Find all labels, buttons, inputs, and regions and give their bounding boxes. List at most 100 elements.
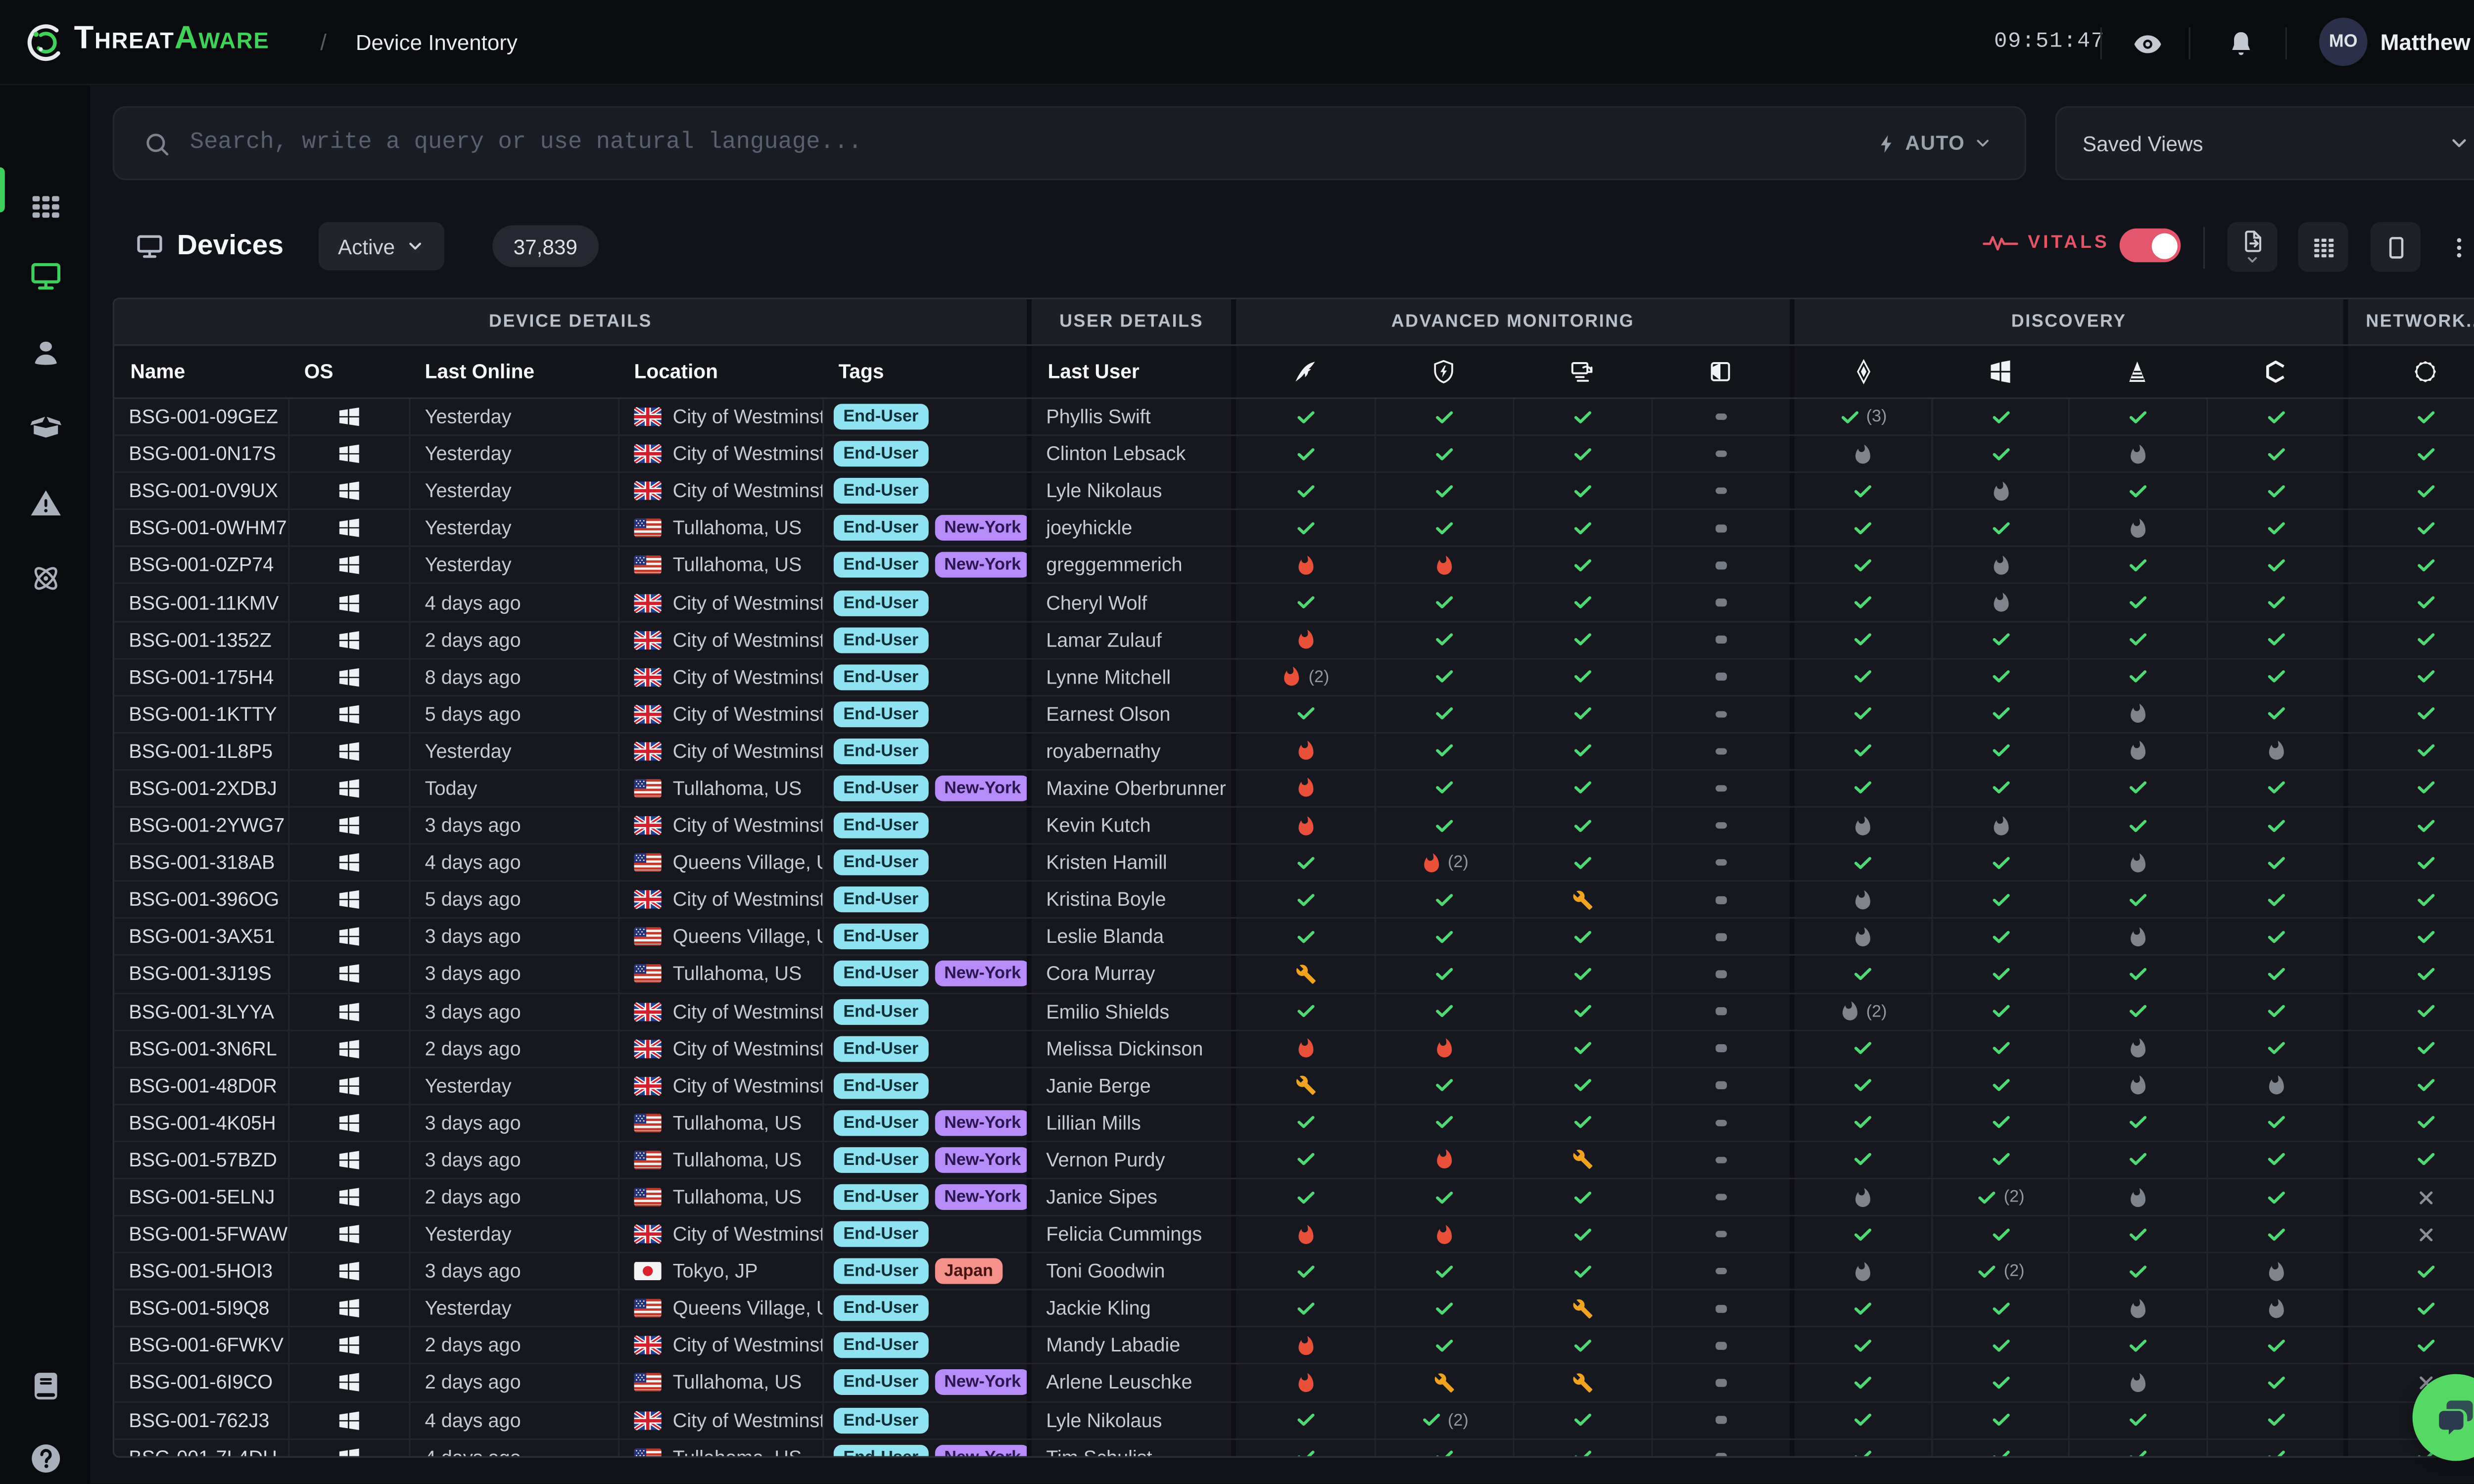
column-header-last-user[interactable]: Last User <box>1027 346 1231 398</box>
status-check-icon <box>2128 481 2148 502</box>
status-check-icon <box>2265 1335 2286 1356</box>
sidebar-item-inventory-open-box-icon[interactable] <box>27 409 63 444</box>
column-header-name[interactable]: Name <box>114 346 288 397</box>
cell-tags: End-User <box>822 845 1027 881</box>
flag-gb-icon <box>634 816 662 835</box>
table-row[interactable]: BSG-001-5ELNJ 2 days ago Tullahoma, US End-… <box>114 1179 2474 1217</box>
table-row[interactable]: BSG-001-09GEZ YesterdayCity of Westminste… <box>114 399 2474 436</box>
column-header-hex-c-icon[interactable] <box>2206 346 2343 397</box>
table-row[interactable]: BSG-001-1L8P5 YesterdayCity of Westminste… <box>114 733 2474 771</box>
cell-status <box>2206 585 2343 621</box>
cell-os <box>288 399 409 435</box>
table-row[interactable]: BSG-001-57BZD 3 days ago Tullahoma, US End-… <box>114 1142 2474 1180</box>
table-row[interactable]: BSG-001-175H4 8 days agoCity of Westminst… <box>114 659 2474 696</box>
table-row[interactable]: BSG-001-0V9UX YesterdayCity of Westminste… <box>114 473 2474 510</box>
avatar[interactable]: MO <box>2319 17 2368 66</box>
more-options-kebab-icon[interactable] <box>2446 235 2472 261</box>
column-header-shield-bolt-icon[interactable] <box>1375 346 1513 397</box>
table-row[interactable]: BSG-001-1KTTY 5 days agoCity of Westminst… <box>114 696 2474 734</box>
row-density-button[interactable] <box>2298 222 2348 272</box>
column-header-location[interactable]: Location <box>618 346 822 397</box>
app-root: ThreatAware / Device Inventory 09:51:47 … <box>0 0 2474 1484</box>
column-header-half-square-icon[interactable] <box>1651 346 1790 397</box>
column-header-tags[interactable]: Tags <box>822 346 1027 397</box>
table-row[interactable]: BSG-001-5FWAW YesterdayCity of Westminste… <box>114 1216 2474 1254</box>
table-row[interactable]: BSG-001-396OG 5 days agoCity of Westminst… <box>114 882 2474 920</box>
sidebar-item-help-question-icon[interactable] <box>27 1440 63 1476</box>
cell-status <box>2068 882 2207 918</box>
sidebar-item-apps-grid-icon[interactable] <box>27 188 63 224</box>
vitals-toggle[interactable] <box>2119 228 2181 263</box>
table-row[interactable]: BSG-001-7L4DU 4 days ago Tullahoma, US End-… <box>114 1439 2474 1456</box>
table-row[interactable]: BSG-001-3AX51 3 days agoQueens Village, U… <box>114 919 2474 957</box>
column-header-overlapping-hexagons-icon[interactable] <box>2343 346 2474 398</box>
breadcrumb[interactable]: Device Inventory <box>356 31 518 55</box>
column-header-last-online[interactable]: Last Online <box>409 346 618 397</box>
sidebar-item-docs-book-icon[interactable] <box>27 1368 63 1403</box>
status-check-icon <box>2128 1335 2148 1356</box>
tag-pill: End-User <box>833 887 928 913</box>
cell-status <box>1651 993 1790 1029</box>
status-dash-icon <box>1715 859 1727 867</box>
table-row[interactable]: BSG-001-318AB 4 days agoQueens Village, U… <box>114 845 2474 882</box>
status-flame-gray-icon <box>2265 1261 2286 1282</box>
column-header-diamond-eye-icon[interactable] <box>1789 346 1931 398</box>
status-filter-button[interactable]: Active <box>319 222 445 271</box>
table-row[interactable]: BSG-001-3N6RL 2 days agoCity of Westminst… <box>114 1030 2474 1068</box>
table-row[interactable]: BSG-001-2YWG7 3 days agoCity of Westminst… <box>114 807 2474 845</box>
status-check-icon <box>1295 444 1316 464</box>
table-row[interactable]: BSG-001-11KMV 4 days agoCity of Westminst… <box>114 585 2474 622</box>
cell-last-online: 3 days ago <box>409 919 618 955</box>
table-row[interactable]: BSG-001-3J19S 3 days ago Tullahoma, US End-… <box>114 956 2474 994</box>
column-header-falcon-icon[interactable] <box>1231 346 1374 398</box>
watch-eye-button[interactable] <box>2128 24 2166 63</box>
sidebar-item-integrations-atom-icon[interactable] <box>27 560 63 596</box>
status-check-icon <box>2415 555 2436 576</box>
table-row[interactable]: BSG-001-5HOI3 3 days ago Tokyo, JP End-User… <box>114 1253 2474 1291</box>
status-dash-icon <box>1715 710 1727 718</box>
cell-status <box>1231 733 1374 769</box>
column-header-window-panes-icon[interactable] <box>1931 346 2068 397</box>
column-header-os[interactable]: OS <box>288 346 409 397</box>
table-row[interactable]: BSG-001-762J3 4 days agoCity of Westminst… <box>114 1402 2474 1439</box>
windows-os-icon <box>338 1149 361 1171</box>
table-row[interactable]: BSG-001-1352Z 2 days agoCity of Westminst… <box>114 622 2474 659</box>
column-header-striped-pyramid-icon[interactable] <box>2068 346 2207 397</box>
table-row[interactable]: BSG-001-0ZP74 Yesterday Tullahoma, US End-U… <box>114 548 2474 585</box>
table-row[interactable]: BSG-001-0WHM7 Yesterday Tullahoma, US End-U… <box>114 510 2474 548</box>
search-input[interactable] <box>190 130 1876 156</box>
status-dash-icon <box>1715 524 1727 532</box>
table-row[interactable]: BSG-001-6I9CO 2 days ago Tullahoma, US End-… <box>114 1365 2474 1402</box>
brand-wordmark[interactable]: ThreatAware <box>74 21 270 58</box>
table-row[interactable]: BSG-001-0N17S YesterdayCity of Westminste… <box>114 436 2474 473</box>
status-check-icon <box>2265 815 2286 836</box>
cell-device-name: BSG-001-57BZD <box>129 1149 277 1171</box>
table-row[interactable]: BSG-001-6FWKV 2 days agoCity of Westminst… <box>114 1328 2474 1365</box>
sidebar-item-devices-monitor-icon[interactable] <box>27 257 63 293</box>
saved-views-dropdown[interactable]: Saved Views <box>2055 106 2474 181</box>
table-row[interactable]: BSG-001-5I9Q8 YesterdayQueens Village, US… <box>114 1291 2474 1328</box>
cell-status <box>2206 399 2343 435</box>
flag-gb-icon <box>634 1224 662 1244</box>
table-row[interactable]: BSG-001-48D0R YesterdayCity of Westminste… <box>114 1067 2474 1105</box>
sidebar-item-users-person-icon[interactable] <box>27 335 63 371</box>
status-check-icon <box>1990 1075 2011 1096</box>
query-mode-button[interactable]: AUTO <box>1876 132 1993 154</box>
sidebar-item-alerts-warning-triangle-icon[interactable] <box>27 484 63 520</box>
user-name[interactable]: Matthew <box>2380 29 2471 55</box>
status-check-icon <box>1990 1447 2011 1456</box>
notifications-bell-button[interactable] <box>2221 24 2260 63</box>
cell-status <box>1789 585 1931 621</box>
cell-last-online: Yesterday <box>409 510 618 546</box>
side-panel-button[interactable] <box>2371 222 2421 272</box>
cell-last-user: Janice Sipes <box>1027 1179 1231 1215</box>
cell-last-user: Clinton Lebsack <box>1027 436 1231 472</box>
table-row[interactable]: BSG-001-2XDBJ Today Tullahoma, US End-User N… <box>114 770 2474 808</box>
cell-status <box>1513 1402 1651 1438</box>
tag-pill: End-User <box>833 1035 928 1062</box>
column-header-device-sync-icon[interactable] <box>1513 346 1651 397</box>
export-button[interactable] <box>2227 222 2278 272</box>
table-row[interactable]: BSG-001-3LYYA 3 days agoCity of Westminst… <box>114 993 2474 1031</box>
table-row[interactable]: BSG-001-4K05H 3 days ago Tullahoma, US End-… <box>114 1105 2474 1142</box>
cell-status <box>2206 1030 2343 1067</box>
